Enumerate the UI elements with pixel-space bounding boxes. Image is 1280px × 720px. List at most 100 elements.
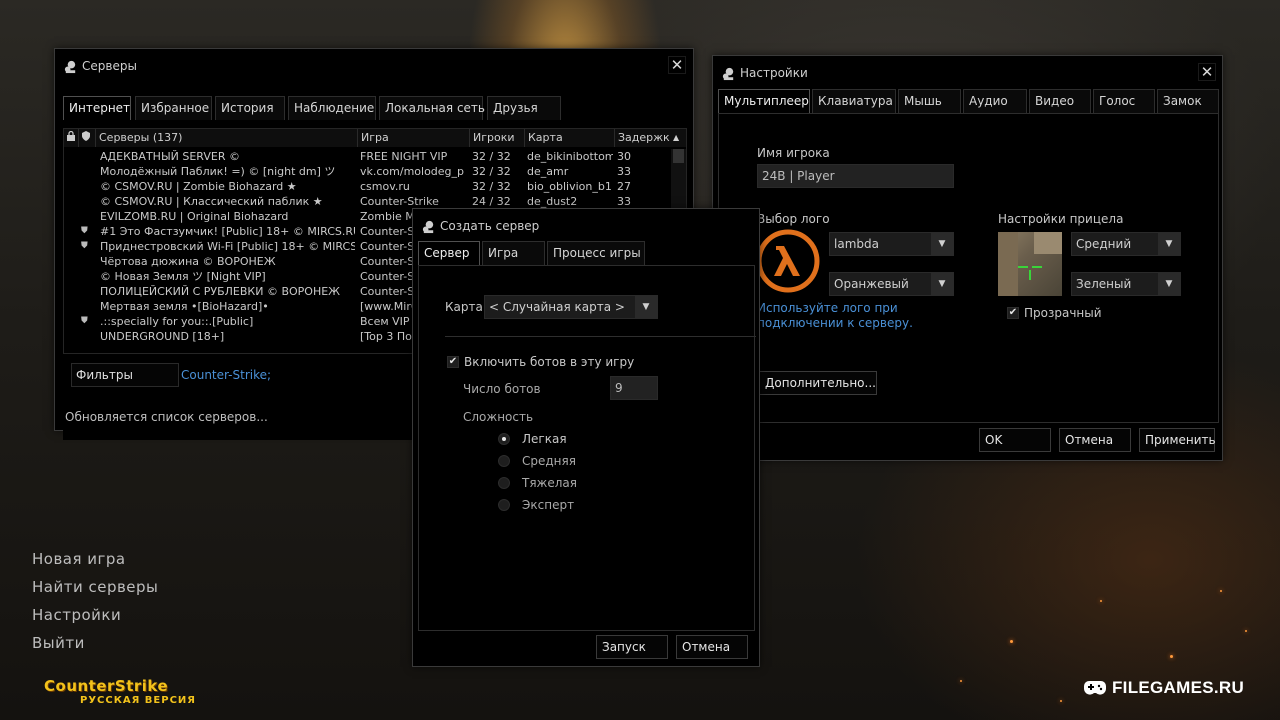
create-cancel-button[interactable]: Отмена — [676, 635, 748, 659]
steam-icon — [722, 67, 734, 80]
column-map[interactable]: Карта — [525, 129, 615, 147]
column-secure[interactable] — [79, 129, 96, 147]
lock-icon — [67, 130, 75, 141]
server-game-cell: FREE NIGHT VIP — [360, 150, 448, 163]
settings-window: Настройки ✕ Мультиплеер Клавиатура Мышь … — [712, 55, 1223, 461]
tab-audio[interactable]: Аудио — [963, 89, 1027, 113]
transparent-checkbox[interactable]: ✔ — [1007, 307, 1019, 319]
server-map-cell: de_dust2 — [527, 195, 578, 208]
table-row[interactable]: Молодёжный Паблик! =) © [night dm] ツ vk.c… — [64, 164, 684, 179]
server-settings-panel: Карта < Случайная карта > ▼ ✔ Включить б… — [418, 265, 756, 631]
tab-favorites[interactable]: Избранное — [135, 96, 212, 120]
filegames-text: FILEGAMES.RU — [1112, 678, 1245, 697]
scroll-up-arrow[interactable]: ▲ — [670, 129, 686, 147]
column-lock[interactable] — [64, 129, 79, 147]
logo-color-select[interactable]: Оранжевый ▼ — [829, 272, 954, 296]
server-game-cell: vk.com/molodeg_pab — [360, 165, 464, 178]
server-name-cell: EVILZOMB.RU | Original Biohazard — [100, 210, 289, 223]
server-latency-cell: 30 — [617, 150, 631, 163]
table-row[interactable]: АДЕКВАТНЫЙ SERVER © FREE NIGHT VIP 32 / 32… — [64, 149, 684, 164]
menu-find-servers[interactable]: Найти серверы — [32, 578, 158, 596]
menu-quit[interactable]: Выйти — [32, 634, 85, 652]
divider — [445, 336, 756, 337]
filters-button[interactable]: Фильтры — [71, 363, 179, 387]
server-name-cell: © CSMOV.RU | Классический паблик ★ — [100, 195, 323, 208]
crosshair-size-select[interactable]: Средний ▼ — [1071, 232, 1181, 256]
settings-window-titlebar[interactable]: Настройки — [721, 64, 808, 82]
settings-cancel-button[interactable]: Отмена — [1059, 428, 1131, 452]
secure-shield-icon: ⛊ — [81, 226, 88, 236]
difficulty-radio-medium[interactable] — [498, 455, 510, 467]
servers-window-titlebar[interactable]: Серверы — [63, 57, 137, 75]
server-game-cell: Counter-Strike — [360, 195, 439, 208]
bot-count-input[interactable]: 9 — [610, 376, 658, 400]
counter-strike-logo-subtitle: РУССКАЯ ВЕРСИЯ — [80, 695, 197, 706]
server-players-cell: 32 / 32 — [472, 180, 511, 193]
server-latency-cell: 33 — [617, 195, 631, 208]
server-name-cell: © Новая Земля ツ [Night VIP] — [100, 270, 266, 283]
start-button[interactable]: Запуск — [596, 635, 668, 659]
transparent-label: Прозрачный — [1024, 306, 1102, 320]
map-select[interactable]: < Случайная карта > ▼ — [484, 295, 658, 319]
logo-select[interactable]: lambda ▼ — [829, 232, 954, 256]
player-name-input[interactable]: 24B | Player — [757, 164, 954, 188]
tab-history[interactable]: История — [215, 96, 285, 120]
crosshair-line-icon — [1032, 266, 1042, 268]
server-players-cell: 24 / 32 — [472, 195, 511, 208]
settings-close-button[interactable]: ✕ — [1198, 63, 1216, 81]
server-map-cell: de_bikinibottom — [527, 150, 613, 163]
server-game-cell: csmov.ru — [360, 180, 410, 193]
column-game[interactable]: Игра — [358, 129, 470, 147]
tab-gameplay[interactable]: Процесс игры — [547, 241, 645, 265]
tab-video[interactable]: Видео — [1029, 89, 1091, 113]
column-servers[interactable]: Серверы (137) — [96, 129, 358, 147]
crosshair-preview-sky — [1034, 232, 1062, 254]
difficulty-radio-easy[interactable] — [498, 433, 510, 445]
lambda-logo-icon — [756, 229, 820, 293]
servers-status-text: Обновляется список серверов... — [65, 410, 268, 424]
table-row[interactable]: © CSMOV.RU | Классический паблик ★ Counte… — [64, 194, 684, 209]
table-row[interactable]: © CSMOV.RU | Zombie Biohazard ★ csmov.ru 3… — [64, 179, 684, 194]
logo-color-value: Оранжевый — [834, 277, 909, 291]
column-players[interactable]: Игроки — [470, 129, 525, 147]
map-select-value: < Случайная карта > — [489, 300, 625, 314]
create-server-window: Создать сервер Сервер Игра Процесс игры … — [412, 208, 760, 667]
bots-checkbox[interactable]: ✔ — [447, 356, 459, 368]
tab-internet[interactable]: Интернет — [63, 96, 131, 120]
menu-new-game[interactable]: Новая игра — [32, 550, 126, 568]
settings-ok-button[interactable]: OK — [979, 428, 1051, 452]
crosshair-size-value: Средний — [1076, 237, 1132, 251]
server-name-cell: © CSMOV.RU | Zombie Biohazard ★ — [100, 180, 297, 193]
crosshair-color-select[interactable]: Зеленый ▼ — [1071, 272, 1181, 296]
tab-server[interactable]: Сервер — [418, 241, 480, 265]
scrollbar-thumb[interactable] — [673, 149, 684, 163]
shield-icon — [82, 131, 90, 141]
tab-mouse[interactable]: Мышь — [898, 89, 961, 113]
difficulty-easy-label: Легкая — [522, 432, 567, 446]
tab-game[interactable]: Игра — [482, 241, 545, 265]
create-server-titlebar[interactable]: Создать сервер — [421, 217, 539, 235]
difficulty-radio-hard[interactable] — [498, 477, 510, 489]
server-name-cell: UNDERGROUND [18+] — [100, 330, 225, 343]
server-name-cell: Мертвая земля •[BioHazard]• — [100, 300, 269, 313]
menu-settings[interactable]: Настройки — [32, 606, 121, 624]
bot-count-label: Число ботов — [463, 382, 541, 396]
advanced-button[interactable]: Дополнительно... — [759, 371, 877, 395]
tab-spectate[interactable]: Наблюдение — [288, 96, 376, 120]
tab-lock[interactable]: Замок — [1157, 89, 1219, 113]
servers-close-button[interactable]: ✕ — [668, 56, 686, 74]
tab-lan[interactable]: Локальная сеть — [379, 96, 485, 120]
tab-friends[interactable]: Друзья — [487, 96, 561, 120]
column-latency[interactable]: Задержка — [615, 129, 675, 147]
server-name-cell: Приднестровский Wi-Fi [Public] 18+ © MIR… — [100, 240, 355, 253]
gamepad-icon — [1084, 681, 1106, 695]
tab-voice[interactable]: Голос — [1093, 89, 1155, 113]
tab-keyboard[interactable]: Клавиатура — [812, 89, 896, 113]
server-name-cell: #1 Это Фастзумчик! [Public] 18+ © MIRCS.… — [100, 225, 355, 238]
crosshair-line-icon — [1018, 266, 1028, 268]
logo-select-value: lambda — [834, 237, 879, 251]
settings-apply-button[interactable]: Применить — [1139, 428, 1216, 452]
difficulty-radio-expert[interactable] — [498, 499, 510, 511]
tab-multiplayer[interactable]: Мультиплеер — [718, 89, 810, 113]
chevron-down-icon: ▼ — [931, 273, 953, 295]
